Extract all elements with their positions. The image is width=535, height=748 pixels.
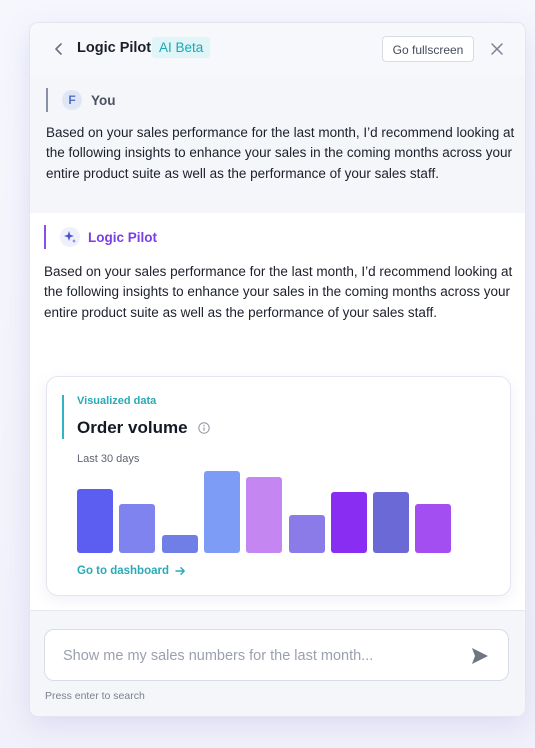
chart-title: Order volume — [77, 418, 188, 437]
chart-bar — [204, 471, 240, 553]
info-icon[interactable] — [198, 422, 210, 434]
send-icon[interactable] — [469, 645, 491, 667]
go-to-dashboard-link[interactable]: Go to dashboard — [77, 565, 186, 577]
chart-bar — [415, 504, 451, 553]
chevron-left-icon[interactable] — [50, 40, 68, 58]
chart-bar — [373, 492, 409, 553]
fullscreen-button[interactable]: Go fullscreen — [382, 36, 474, 62]
link-label: Go to dashboard — [77, 565, 169, 577]
user-message-header: F You — [46, 88, 116, 112]
arrow-right-icon — [175, 567, 185, 575]
card-eyebrow: Visualized data — [77, 395, 157, 407]
beta-badge: AI Beta — [152, 37, 211, 58]
chart-bar — [246, 477, 282, 553]
chart-bar — [162, 535, 198, 553]
chart-bar — [77, 489, 113, 553]
chart-bar — [331, 492, 367, 553]
search-hint: Press enter to search — [45, 690, 145, 702]
composer: Press enter to search — [30, 610, 525, 716]
search-input[interactable] — [61, 630, 465, 682]
search-box — [44, 629, 509, 682]
message-author: Logic Pilot — [88, 229, 157, 245]
user-message: F You Based on your sales performance fo… — [30, 76, 525, 213]
chart-card: Visualized data Order volume Last 30 day… — [46, 376, 511, 596]
chart-bar — [289, 515, 325, 553]
assistant-panel: Logic Pilot AI Beta Go fullscreen F You … — [30, 23, 525, 716]
message-author: You — [91, 92, 116, 108]
panel-title: Logic Pilot — [77, 40, 152, 56]
card-accent-line — [62, 395, 64, 439]
chart-bar — [119, 504, 155, 553]
close-icon[interactable] — [489, 41, 505, 57]
message-text: Based on your sales performance for the … — [44, 264, 513, 320]
assistant-message: Logic Pilot Based on your sales performa… — [30, 213, 525, 613]
assistant-message-header: Logic Pilot — [44, 225, 157, 249]
chart-subtitle: Last 30 days — [77, 453, 140, 465]
message-text: Based on your sales performance for the … — [46, 125, 515, 181]
panel-header: Logic Pilot AI Beta Go fullscreen — [30, 23, 525, 77]
avatar: F — [62, 90, 82, 110]
sparkle-icon — [60, 227, 80, 247]
bar-chart — [77, 469, 477, 553]
